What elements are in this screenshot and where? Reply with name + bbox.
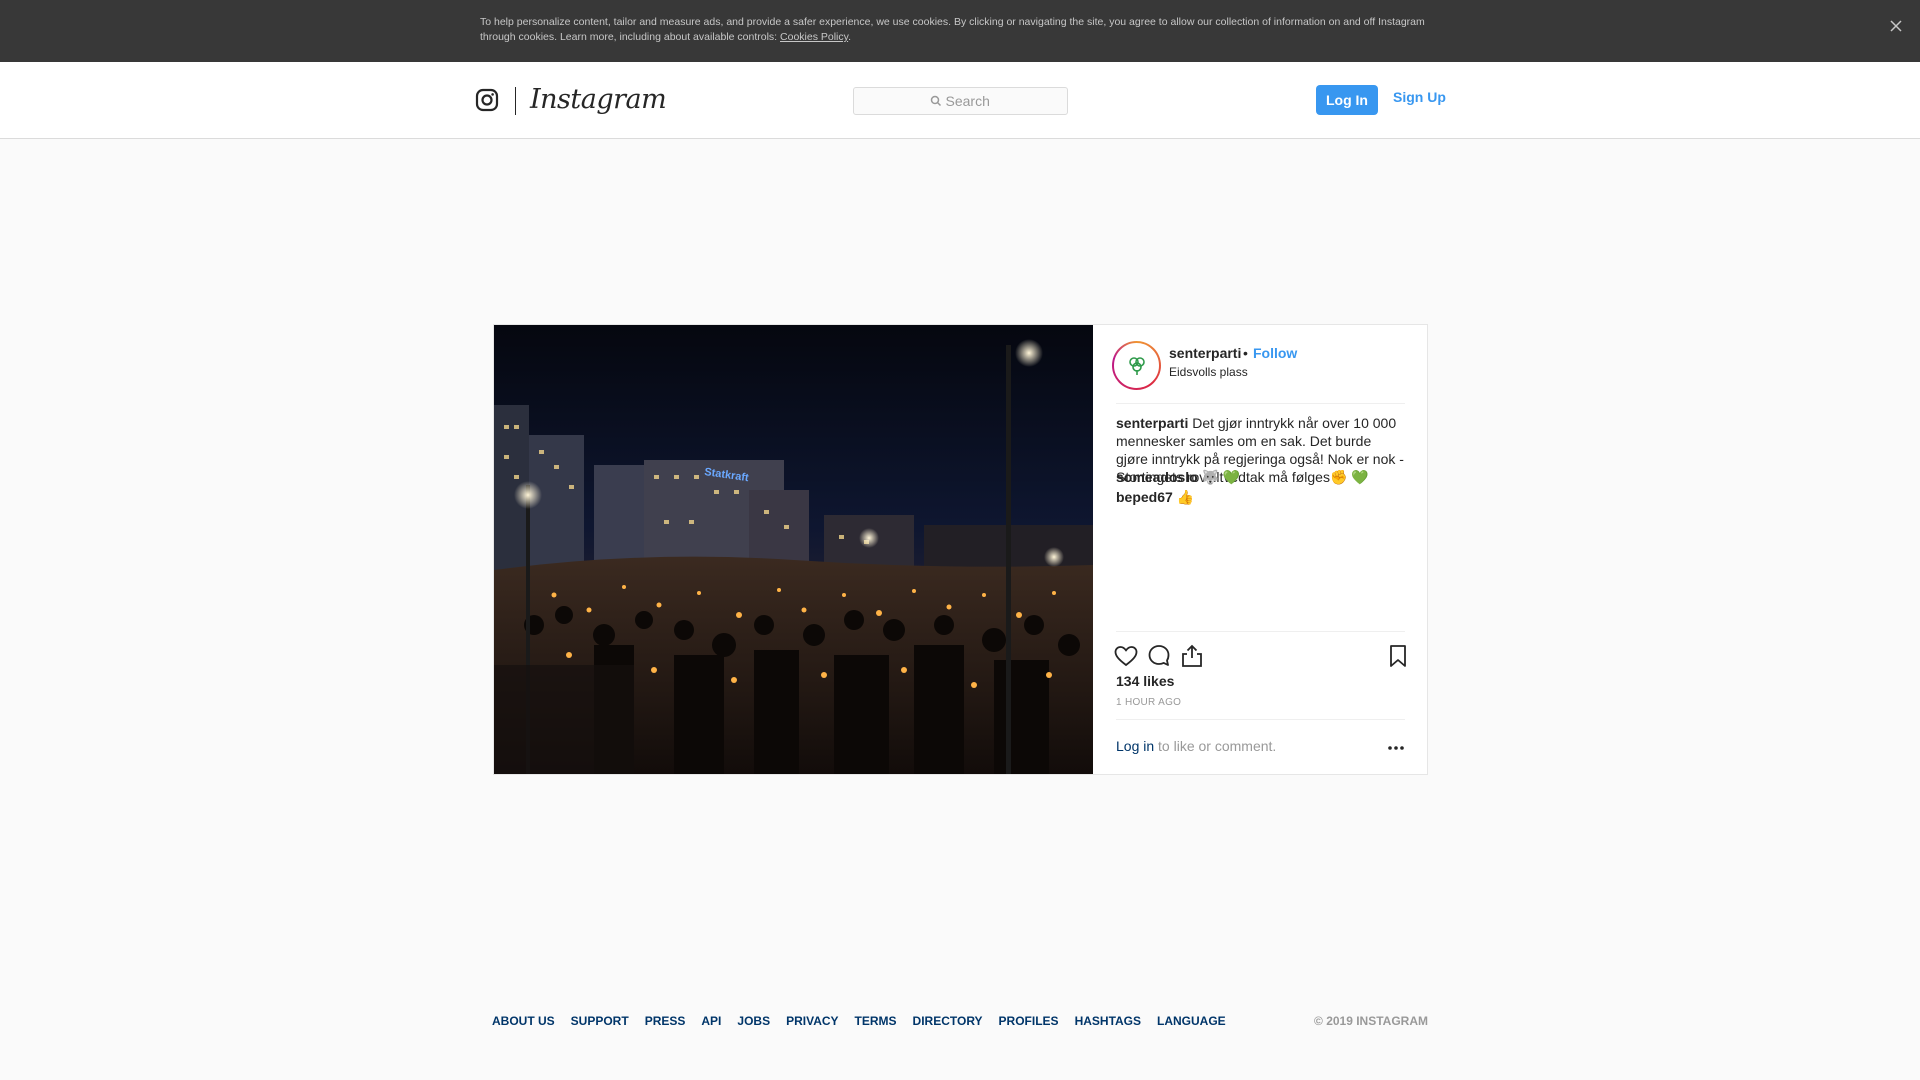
avatar[interactable] [1112,341,1161,390]
footer-link-about-us[interactable]: ABOUT US [492,1014,555,1028]
separator-dot: • [1243,345,1248,361]
log-in-button[interactable]: Log In [1316,85,1378,115]
top-navbar: Instagram Log In Sign Up [0,62,1920,139]
instagram-wordmark[interactable]: Instagram [530,84,667,115]
post-sidebar: senterparti • Follow Eidsvolls plass sen… [1094,325,1427,774]
search-input[interactable] [945,93,992,109]
footer-link-hashtags[interactable]: HASHTAGS [1075,1014,1141,1028]
log-in-link[interactable]: Log in [1116,738,1154,754]
cookie-banner-message: To help personalize content, tailor and … [480,16,1425,43]
clover-logo-icon [1114,343,1159,388]
heart-icon[interactable] [1112,642,1140,670]
cookies-policy-link[interactable]: Cookies Policy [780,31,848,43]
post-timestamp[interactable]: 1 HOUR AGO [1116,697,1181,708]
logo-divider [515,87,516,115]
post-username[interactable]: senterparti [1169,345,1241,361]
divider [1116,719,1405,720]
cookie-banner-text: To help personalize content, tailor and … [480,15,1440,45]
divider [1116,631,1405,632]
comment-item: someadoslo 🐺 💚 [1116,469,1241,485]
footer-link-support[interactable]: SUPPORT [571,1014,629,1028]
footer-link-press[interactable]: PRESS [645,1014,686,1028]
instagram-glyph-icon[interactable] [475,88,499,112]
more-options-icon[interactable] [1384,736,1408,756]
post-location[interactable]: Eidsvolls plass [1169,365,1248,379]
caption-username[interactable]: senterparti [1116,415,1188,431]
post-card: Statkraft senterparti • Follow Eidsvolls… [493,324,1428,775]
bookmark-icon[interactable] [1384,642,1412,670]
cookie-banner-trailing: . [848,31,852,43]
search-icon [930,95,941,107]
cookie-banner: To help personalize content, tailor and … [0,0,1920,62]
login-prompt-text: to like or comment. [1154,738,1277,754]
footer-link-language[interactable]: LANGUAGE [1157,1014,1226,1028]
footer-link-terms[interactable]: TERMS [855,1014,897,1028]
sign-up-link[interactable]: Sign Up [1393,89,1446,105]
comment-icon[interactable] [1145,642,1173,670]
footer: ABOUT US SUPPORT PRESS API JOBS PRIVACY … [492,1014,1428,1030]
copyright: © 2019 INSTAGRAM [1314,1014,1428,1028]
login-prompt: Log in to like or comment. [1116,738,1276,754]
footer-link-api[interactable]: API [701,1014,721,1028]
footer-link-jobs[interactable]: JOBS [737,1014,770,1028]
follow-button[interactable]: Follow [1253,345,1297,361]
search-box[interactable] [853,87,1068,115]
footer-links: ABOUT US SUPPORT PRESS API JOBS PRIVACY … [492,1014,1242,1028]
footer-link-privacy[interactable]: PRIVACY [786,1014,838,1028]
like-count[interactable]: 134 likes [1116,673,1174,689]
share-icon[interactable] [1178,642,1206,670]
post-photo[interactable]: Statkraft [494,325,1093,774]
footer-link-directory[interactable]: DIRECTORY [913,1014,983,1028]
close-icon[interactable] [1884,14,1908,38]
divider [1116,403,1405,404]
comment-item: beped67 👍 [1116,489,1195,505]
footer-link-profiles[interactable]: PROFILES [999,1014,1059,1028]
